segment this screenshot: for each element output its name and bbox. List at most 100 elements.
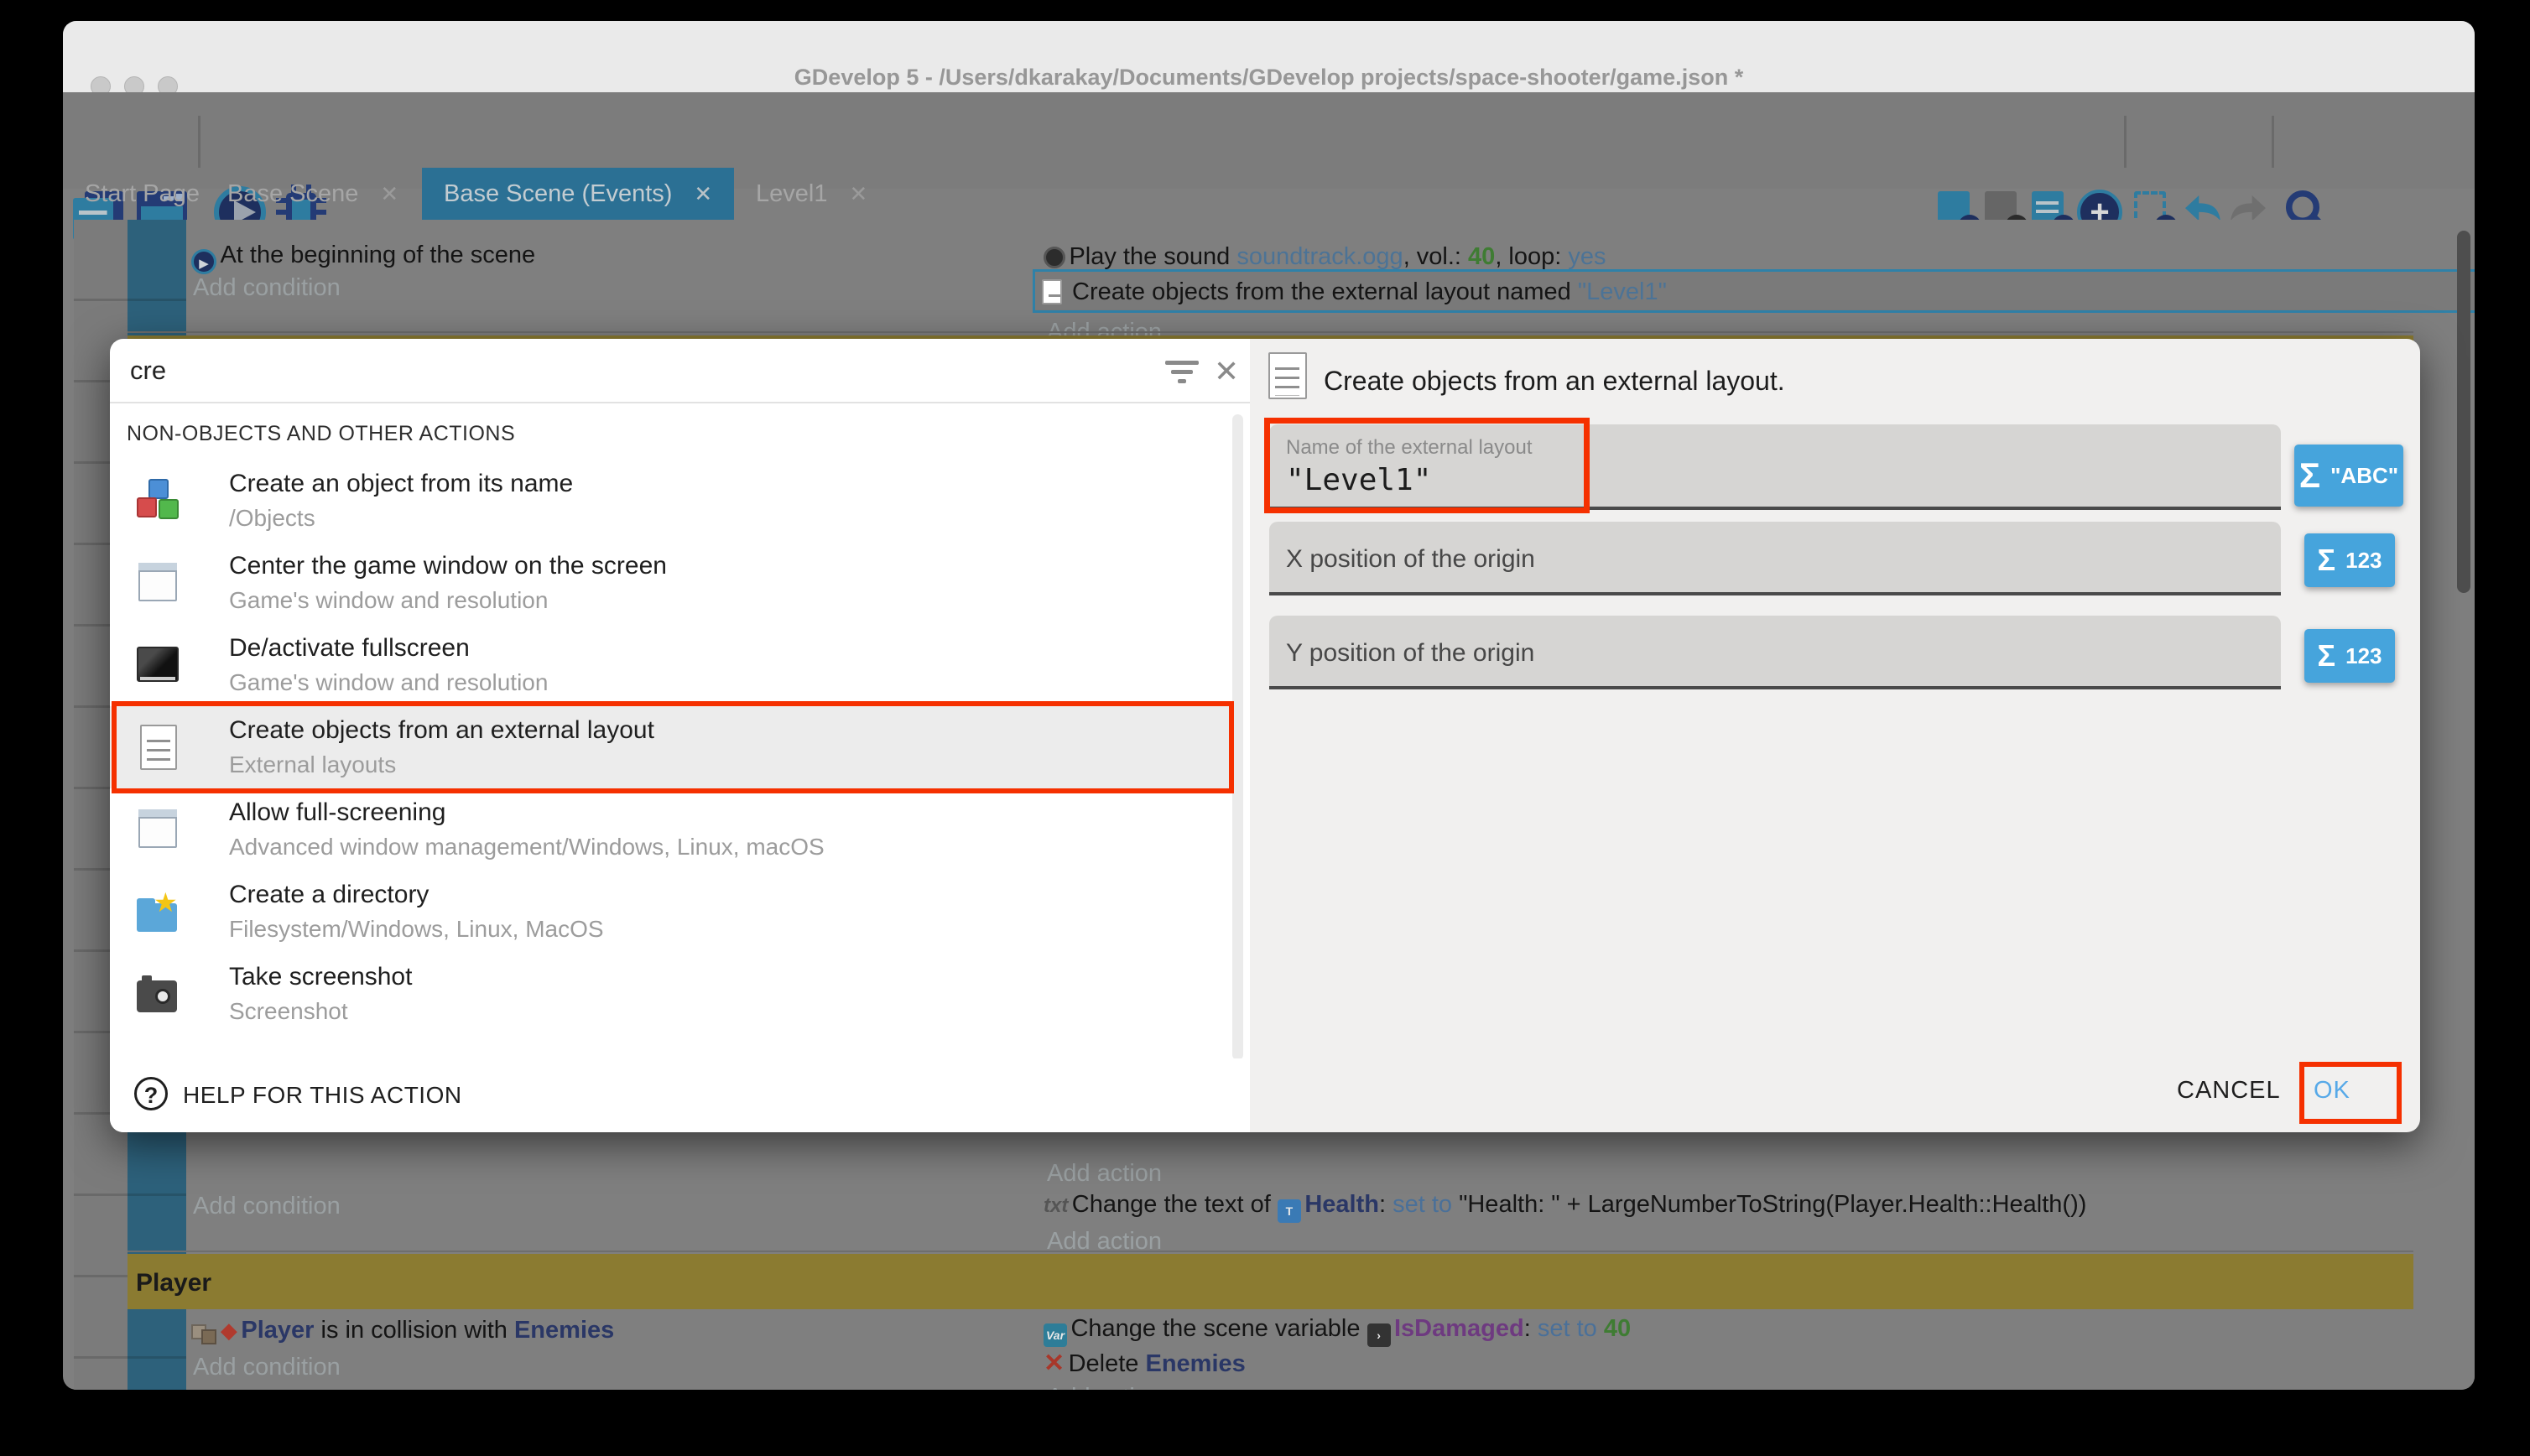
param-object: Enemies (1145, 1350, 1245, 1377)
star-icon: ★ (154, 887, 178, 918)
event-action-row[interactable]: Play the sound soundtrack.ogg, vol.: 40,… (1044, 243, 1606, 271)
expression-builder-button-123[interactable]: Σ 123 (2304, 533, 2395, 587)
param-volume: 40 (1468, 243, 1495, 270)
action-item-title: Take screenshot (229, 963, 412, 991)
action-item-allow-fullscreen[interactable]: Allow full-screening Advanced window man… (110, 788, 1238, 871)
folder-icon: ★ (137, 890, 180, 933)
action-item-title: Allow full-screening (229, 798, 445, 827)
tab-base-scene-events[interactable]: Base Scene (Events) ✕ (422, 168, 734, 220)
close-tab-icon[interactable]: ✕ (849, 181, 867, 207)
events-scrollbar[interactable] (2457, 231, 2470, 593)
sigma-icon: Σ (2318, 638, 2336, 673)
action-item-create-directory[interactable]: ★ Create a directory Filesystem/Windows,… (110, 871, 1238, 953)
search-input[interactable]: cre (130, 356, 166, 386)
action-item-subtitle: Game's window and resolution (229, 669, 548, 696)
field-placeholder: X position of the origin (1286, 545, 1535, 574)
delete-x-icon: ✕ (1044, 1349, 1065, 1377)
field-y-position[interactable]: Y position of the origin (1269, 616, 2281, 689)
help-icon: ? (134, 1077, 168, 1110)
comment-bar-player[interactable]: Player (128, 1254, 2413, 1309)
event-condition-row[interactable]: ◆ Player is in collision with Enemies (191, 1317, 614, 1344)
event-action-row[interactable]: ✕ Delete Enemies (1044, 1349, 1246, 1378)
action-item-subtitle: Screenshot (229, 998, 348, 1025)
sigma-icon: Σ (2318, 543, 2336, 578)
action-item-create-object[interactable]: Create an object from its name /Objects (110, 460, 1238, 542)
param-loop: yes (1568, 243, 1606, 270)
help-button[interactable]: ? HELP FOR THIS ACTION (134, 1077, 1274, 1132)
dialog-footer: ? HELP FOR THIS ACTION (110, 1058, 1250, 1132)
screenshot-root: GDevelop 5 - /Users/dkarakay/Documents/G… (0, 0, 2530, 1456)
trigger-once-icon: ▶ (191, 249, 216, 274)
camera-icon (137, 972, 180, 1016)
fullscreen-icon (137, 643, 180, 687)
collision-icon (201, 1329, 216, 1344)
titlebar: GDevelop 5 - /Users/dkarakay/Documents/G… (63, 21, 2475, 92)
tab-base-scene[interactable]: Base Scene ✕ (206, 168, 420, 220)
action-item-subtitle: Filesystem/Windows, Linux, MacOS (229, 916, 604, 943)
annotation-rect-ok (2299, 1062, 2402, 1124)
comment-text: Player (136, 1269, 211, 1297)
window-icon (137, 561, 180, 605)
selected-action-row[interactable]: Create objects from the external layout … (1033, 269, 2475, 313)
action-item-subtitle: Advanced window management/Windows, Linu… (229, 834, 825, 861)
text-object-icon: T (1278, 1199, 1301, 1223)
param-file: soundtrack.ogg (1236, 243, 1403, 270)
annotation-rect-layout-name (1264, 418, 1590, 513)
add-condition-link[interactable]: Add condition (193, 1354, 341, 1381)
variable-action-icon: Var (1044, 1323, 1067, 1347)
toolbar-separator (198, 116, 200, 168)
close-tab-icon[interactable]: ✕ (694, 181, 712, 207)
scene-variable-icon: › (1367, 1323, 1391, 1347)
search-bar[interactable]: cre ✕ (110, 339, 1250, 403)
action-text: Create objects from the external layout … (1072, 278, 1578, 305)
event-action-row[interactable]: txt Change the text of T Health: set to … (1044, 1191, 2086, 1223)
event-condition-row[interactable]: ▶ At the beginning of the scene (191, 242, 535, 274)
param-value: 40 (1597, 1315, 1631, 1342)
expression-builder-button-123[interactable]: Σ 123 (2304, 629, 2395, 683)
help-label: HELP FOR THIS ACTION (183, 1082, 462, 1109)
tab-level1[interactable]: Level1 ✕ (734, 168, 889, 220)
text-action-icon: txt (1044, 1194, 1068, 1217)
sigma-icon: Σ (2299, 455, 2320, 496)
add-action-link[interactable]: Add action (1047, 1384, 1162, 1390)
param-variable: IsDamaged (1394, 1315, 1524, 1342)
tab-bar: Start Page Base Scene ✕ Base Scene (Even… (63, 168, 2475, 220)
action-item-take-screenshot[interactable]: Take screenshot Screenshot (110, 953, 1238, 1035)
field-placeholder: Y position of the origin (1286, 639, 1534, 668)
clear-search-icon[interactable]: ✕ (1214, 354, 1239, 389)
action-item-fullscreen[interactable]: De/activate fullscreen Game's window and… (110, 624, 1238, 706)
param-object: Health (1304, 1191, 1379, 1218)
param-object: Enemies (514, 1317, 614, 1344)
action-item-title: Create an object from its name (229, 470, 573, 498)
action-item-center-window[interactable]: Center the game window on the screen Gam… (110, 542, 1238, 624)
param-object: Player (241, 1317, 314, 1344)
action-title: Create objects from an external layout. (1324, 366, 1785, 397)
window-icon (137, 808, 180, 851)
tab-start-page[interactable]: Start Page (63, 168, 221, 220)
action-item-title: Create a directory (229, 881, 429, 909)
section-header: NON-OBJECTS AND OTHER ACTIONS (127, 422, 515, 446)
add-condition-link[interactable]: Add condition (193, 1193, 341, 1220)
toolbar-separator (2272, 116, 2274, 168)
expression-builder-button-abc[interactable]: Σ "ABC" (2294, 445, 2403, 507)
event-action-row[interactable]: Var Change the scene variable › IsDamage… (1044, 1315, 1631, 1347)
external-layout-icon (1042, 279, 1062, 304)
tab-label: Base Scene (Events) (444, 180, 672, 208)
condition-text: At the beginning of the scene (220, 242, 535, 268)
tab-label: Start Page (85, 180, 200, 208)
row-divider (128, 331, 2413, 333)
add-condition-link[interactable]: Add condition (193, 274, 341, 302)
param-layout-name: "Level1" (1578, 278, 1667, 305)
row-divider (128, 1251, 2413, 1252)
window-title: GDevelop 5 - /Users/dkarakay/Documents/G… (63, 65, 2475, 91)
annotation-rect-selected-action (112, 701, 1234, 793)
player-ship-icon: ◆ (221, 1318, 237, 1343)
add-action-link[interactable]: Add action (1047, 1160, 1162, 1188)
action-item-subtitle: /Objects (229, 505, 315, 532)
tab-label: Level1 (756, 180, 827, 208)
external-layout-icon (1268, 352, 1307, 399)
field-x-position[interactable]: X position of the origin (1269, 522, 2281, 595)
cancel-button[interactable]: CANCEL (2177, 1077, 2281, 1105)
close-tab-icon[interactable]: ✕ (380, 181, 398, 207)
filter-icon[interactable] (1165, 361, 1199, 384)
